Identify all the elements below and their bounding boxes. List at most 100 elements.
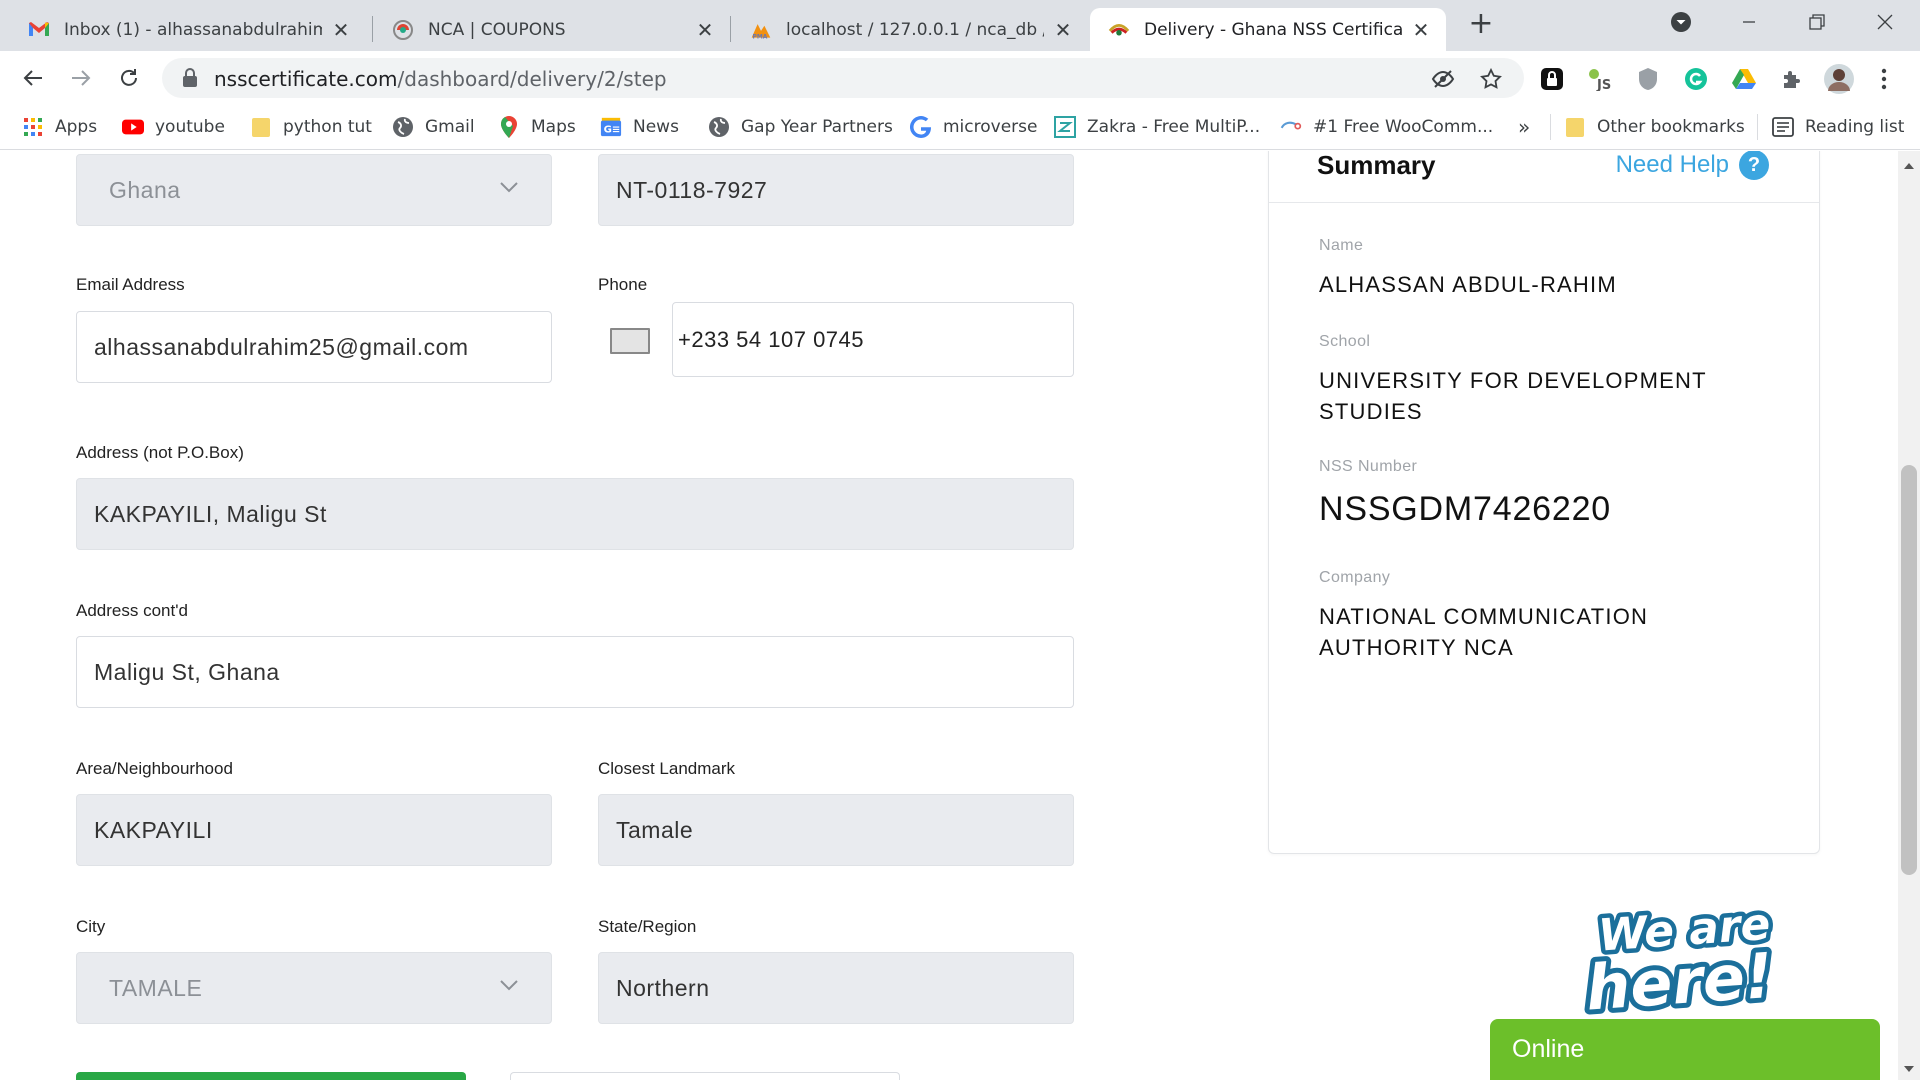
bookmark-maps[interactable]: Maps: [498, 113, 576, 141]
summary-company-value: NATIONAL COMMUNICATION AUTHORITY NCA: [1319, 604, 1649, 660]
phone-field[interactable]: +233 54 107 0745: [672, 302, 1074, 377]
reading-list-button[interactable]: Reading list: [1772, 113, 1904, 141]
chat-online-button[interactable]: Online: [1490, 1019, 1880, 1080]
address-label: Address (not P.O.Box): [76, 443, 244, 462]
page-scrollbar[interactable]: [1898, 151, 1920, 1080]
bookmarks-overflow-button[interactable]: »: [1518, 113, 1530, 141]
bookmark-microverse[interactable]: microverse: [910, 113, 1037, 141]
bookmarks-divider: [1757, 114, 1758, 140]
google-drive-icon[interactable]: [1730, 65, 1758, 93]
summary-nss-label: NSS Number: [1319, 458, 1418, 475]
kebab-menu-icon[interactable]: [1870, 65, 1898, 93]
restore-button[interactable]: [1786, 0, 1848, 44]
bookmark-gap-year-partners[interactable]: Gap Year Partners: [708, 113, 893, 141]
summary-company-label: Company: [1319, 569, 1391, 586]
minimize-icon: [1743, 21, 1755, 23]
card-divider: [1269, 202, 1819, 203]
tab-delivery-nss[interactable]: Delivery - Ghana NSS Certificate ✕: [1090, 8, 1446, 51]
tab-phpmyadmin[interactable]: PMA localhost / 127.0.0.1 / nca_db / cou…: [732, 8, 1088, 51]
need-help-link[interactable]: Need Help ?: [1616, 151, 1769, 180]
new-tab-button[interactable]: +: [1466, 9, 1496, 40]
puzzle-icon[interactable]: [1778, 65, 1806, 93]
region-field[interactable]: Northern: [598, 952, 1074, 1024]
tab-title: localhost / 127.0.0.1 / nca_db / coupons: [786, 19, 1044, 40]
summary-card: Summary Need Help ? Name ALHASSAN ABDUL-…: [1268, 151, 1820, 854]
shield-icon[interactable]: [1634, 65, 1662, 93]
close-icon[interactable]: ✕: [1410, 18, 1432, 42]
bookmark-label: Apps: [55, 117, 98, 137]
close-window-button[interactable]: [1854, 0, 1916, 44]
reading-list-icon: [1772, 116, 1794, 138]
chevron-down-icon: [500, 182, 518, 193]
bookmark-other-bookmarks[interactable]: Other bookmarks: [1564, 113, 1745, 141]
bookmark-label: #1 Free WooComm...: [1313, 117, 1494, 137]
chat-tagline-graphic[interactable]: We are We are here! here!: [1570, 895, 1792, 1015]
scroll-up-arrow-icon[interactable]: [1904, 163, 1914, 169]
close-icon[interactable]: ✕: [330, 18, 352, 42]
landmark-field[interactable]: Tamale: [598, 794, 1074, 866]
country-select[interactable]: Ghana: [76, 154, 552, 226]
address2-label: Address cont'd: [76, 601, 188, 620]
folder-icon: [250, 116, 272, 138]
id-number-field[interactable]: NT-0118-7927: [598, 154, 1074, 226]
extension-lastpass-icon[interactable]: [1538, 65, 1566, 93]
reload-button[interactable]: [110, 59, 148, 97]
star-icon[interactable]: [1478, 66, 1504, 92]
address-bar[interactable]: nsscertificate.com/dashboard/delivery/2/…: [162, 58, 1524, 98]
tab-search-button[interactable]: [1650, 0, 1712, 44]
bookmark-gmail[interactable]: Gmail: [392, 113, 475, 141]
city-select[interactable]: TAMALE: [76, 952, 552, 1024]
tab-gmail[interactable]: Inbox (1) - alhassanabdulrahim25@gmail.c…: [10, 8, 366, 51]
url-host: nsscertificate.com: [214, 67, 398, 91]
bookmark-label: Gap Year Partners: [741, 117, 893, 137]
submit-button[interactable]: [76, 1072, 466, 1080]
minimize-button[interactable]: [1718, 0, 1780, 44]
bookmark-python-tut[interactable]: python tut: [250, 113, 372, 141]
bookmark-label: python tut: [283, 117, 372, 137]
globe-icon: [392, 116, 414, 138]
landmark-value: Tamale: [616, 816, 694, 843]
email-field[interactable]: alhassanabdulrahim25@gmail.com: [76, 311, 552, 383]
forward-button[interactable]: [62, 59, 100, 97]
city-label: City: [76, 917, 106, 936]
address2-value: Maligu St, Ghana: [94, 658, 280, 685]
bookmark-zakra[interactable]: Zakra - Free MultiP...: [1054, 113, 1260, 141]
back-button[interactable]: [14, 59, 52, 97]
tab-title: Delivery - Ghana NSS Certificate: [1144, 19, 1402, 40]
bookmark-news[interactable]: G≡ News: [600, 113, 679, 141]
country-value: Ghana: [109, 176, 181, 203]
phone-label: Phone: [598, 275, 648, 294]
country-flag-selector[interactable]: [610, 328, 650, 354]
page-content: Ghana NT-0118-7927 Email Address alhassa…: [0, 151, 1898, 1080]
close-icon[interactable]: ✕: [1052, 18, 1074, 42]
scroll-thumb[interactable]: [1901, 465, 1917, 875]
address-field[interactable]: KAKPAYILI, Maligu St: [76, 478, 1074, 550]
globe-icon: [708, 116, 730, 138]
eye-off-icon[interactable]: [1430, 66, 1456, 92]
avatar[interactable]: [1822, 62, 1856, 96]
tab-divider: [372, 16, 373, 42]
bookmark-youtube[interactable]: youtube: [122, 113, 225, 141]
area-field[interactable]: KAKPAYILI: [76, 794, 552, 866]
bookmark-apps[interactable]: Apps: [22, 113, 97, 141]
reload-icon: [121, 69, 137, 86]
arrow-right-icon: [72, 70, 91, 86]
secondary-button[interactable]: [510, 1072, 900, 1080]
summary-heading: Summary: [1317, 151, 1436, 180]
bookmark-label: Zakra - Free MultiP...: [1087, 117, 1261, 137]
overflow-chevron-icon: »: [1518, 115, 1531, 139]
help-icon: ?: [1739, 151, 1769, 180]
landmark-label: Closest Landmark: [598, 759, 736, 778]
tab-nca-coupons[interactable]: NCA | COUPONS ✕: [374, 8, 730, 51]
scroll-down-arrow-icon[interactable]: [1904, 1066, 1914, 1072]
close-icon[interactable]: ✕: [694, 18, 716, 42]
tab-title: NCA | COUPONS: [428, 19, 566, 40]
bookmark-woocommerce[interactable]: #1 Free WooComm...: [1280, 113, 1493, 141]
area-label: Area/Neighbourhood: [76, 759, 233, 778]
phpmyadmin-icon: PMA: [750, 19, 772, 41]
bookmark-label: microverse: [943, 117, 1038, 137]
address2-field[interactable]: Maligu St, Ghana: [76, 636, 1074, 708]
extension-grammarly-icon[interactable]: [1682, 65, 1710, 93]
extension-js-icon[interactable]: JS: [1586, 65, 1614, 93]
bookmark-label: Gmail: [425, 117, 475, 137]
